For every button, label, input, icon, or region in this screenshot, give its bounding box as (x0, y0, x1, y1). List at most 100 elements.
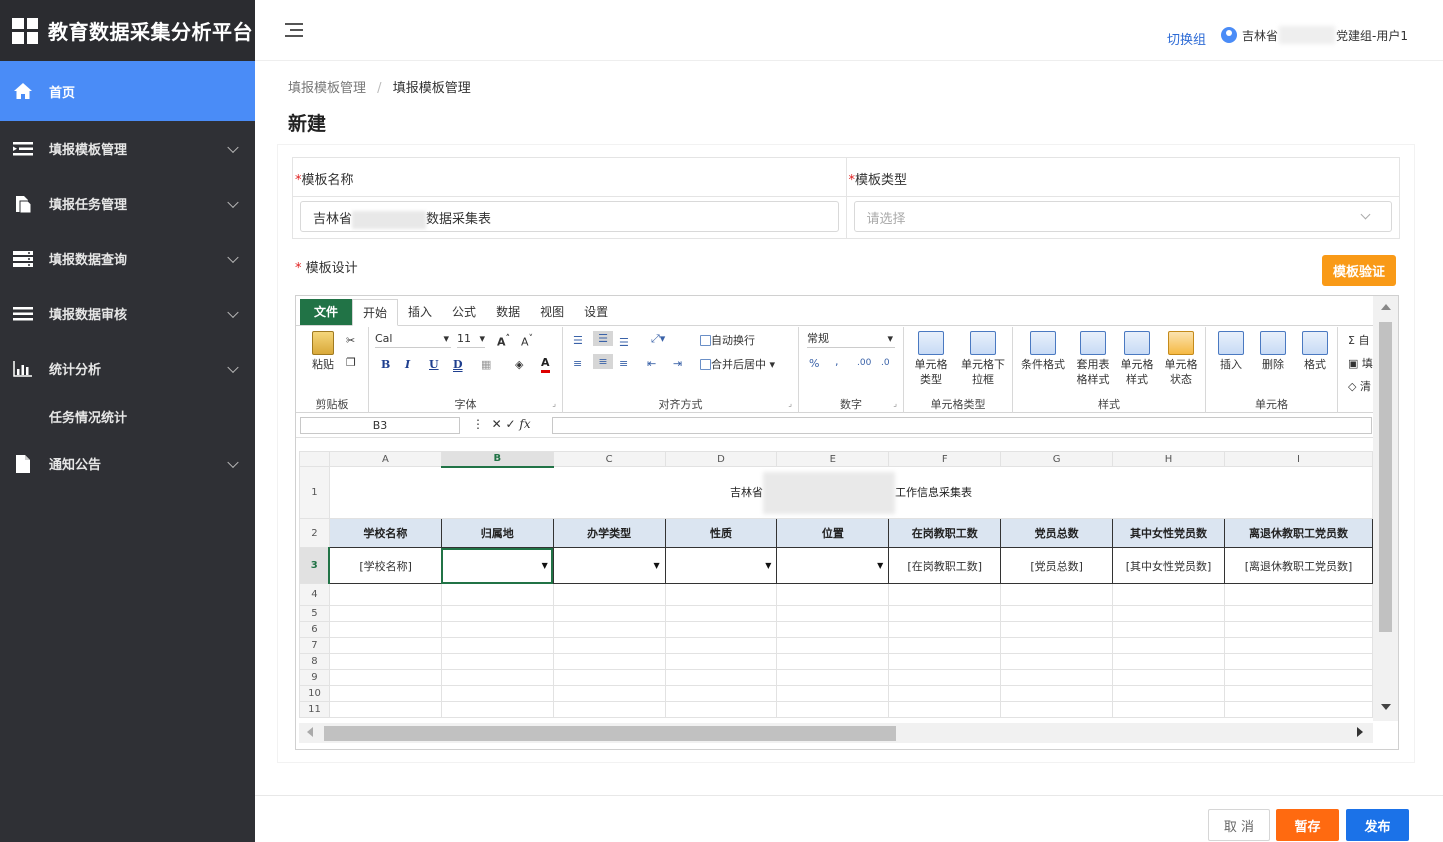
publish-button[interactable]: 发布 (1346, 809, 1409, 841)
sidebar-item-data-query[interactable]: 填报数据查询 (0, 231, 255, 286)
increase-font-icon[interactable]: A˄ (497, 331, 510, 350)
sheet-grid[interactable]: A B C D E F G H I 1 吉林省 工作信息采集表 2 学校名称 归… (299, 451, 1373, 721)
dropdown-cell-selected[interactable]: ▼ (440, 547, 554, 584)
empty-cell[interactable] (328, 685, 442, 702)
header-cell[interactable]: 办学类型 (552, 518, 666, 548)
dropdown-arrow-icon[interactable]: ▼ (877, 561, 883, 570)
empty-cell[interactable] (552, 583, 666, 606)
data-cell[interactable]: [其中女性党员数] (1112, 547, 1226, 584)
cut-icon[interactable]: ✂ (346, 333, 355, 348)
row-header[interactable]: 9 (299, 669, 330, 686)
row-header[interactable]: 5 (299, 605, 330, 622)
empty-cell[interactable] (1000, 637, 1114, 654)
empty-cell[interactable] (440, 685, 554, 702)
empty-cell[interactable] (888, 701, 1002, 718)
dropdown-arrow-icon[interactable]: ▼ (542, 561, 548, 570)
scroll-thumb[interactable] (324, 726, 896, 741)
empty-cell[interactable] (664, 583, 778, 606)
fill-button[interactable]: ▣ 填 (1348, 356, 1373, 371)
empty-cell[interactable] (1112, 605, 1226, 622)
tab-data[interactable]: 数据 (486, 299, 530, 325)
empty-cell[interactable] (1000, 605, 1114, 622)
header-cell[interactable]: 在岗教职工数 (888, 518, 1002, 548)
copy-icon[interactable]: ❐ (346, 355, 356, 370)
empty-cell[interactable] (888, 637, 1002, 654)
data-cell[interactable]: [在岗教职工数] (888, 547, 1002, 584)
empty-cell[interactable] (1224, 605, 1373, 622)
cell-state-button[interactable]: 单元格状态 (1161, 331, 1201, 387)
sidebar-item-statistics[interactable]: 统计分析 (0, 341, 255, 396)
empty-cell[interactable] (1224, 701, 1373, 718)
empty-cell[interactable] (328, 583, 442, 606)
empty-cell[interactable] (664, 669, 778, 686)
empty-cell[interactable] (888, 621, 1002, 638)
empty-cell[interactable] (440, 701, 554, 718)
align-bottom-icon[interactable]: ☰ (619, 335, 629, 350)
empty-cell[interactable] (328, 637, 442, 654)
tab-insert[interactable]: 插入 (398, 299, 442, 325)
name-box[interactable]: B3 (300, 417, 460, 434)
table-style-button[interactable]: 套用表格样式 (1073, 331, 1113, 387)
column-header[interactable]: F (888, 451, 1002, 467)
empty-cell[interactable] (328, 669, 442, 686)
empty-cell[interactable] (1000, 701, 1114, 718)
font-color-icon[interactable]: A (541, 355, 550, 373)
empty-cell[interactable] (1112, 621, 1226, 638)
column-header[interactable]: I (1224, 451, 1373, 467)
tab-file[interactable]: 文件 (300, 299, 353, 325)
header-cell[interactable]: 学校名称 (328, 518, 442, 548)
empty-cell[interactable] (328, 701, 442, 718)
empty-cell[interactable] (888, 605, 1002, 622)
scroll-right-icon[interactable] (1357, 727, 1363, 737)
empty-cell[interactable] (1112, 669, 1226, 686)
template-name-input[interactable]: 吉林省 数据采集表 (300, 201, 839, 232)
autosum-button[interactable]: Σ 自 (1348, 333, 1369, 348)
orientation-icon[interactable]: ⤢▾ (651, 331, 665, 346)
empty-cell[interactable] (440, 653, 554, 670)
empty-cell[interactable] (1224, 685, 1373, 702)
header-cell[interactable]: 性质 (664, 518, 778, 548)
empty-cell[interactable] (776, 621, 890, 638)
empty-cell[interactable] (888, 669, 1002, 686)
empty-cell[interactable] (664, 637, 778, 654)
tab-view[interactable]: 视图 (530, 299, 574, 325)
user-menu[interactable]: 吉林省 党建组-用户1 (1221, 26, 1408, 44)
row-header[interactable]: 6 (299, 621, 330, 638)
double-underline-icon[interactable]: D (453, 357, 463, 372)
dropdown-cell[interactable]: ▼ (664, 547, 778, 584)
empty-cell[interactable] (776, 637, 890, 654)
empty-cell[interactable] (1000, 685, 1114, 702)
empty-cell[interactable] (1000, 583, 1114, 606)
row-header[interactable]: 8 (299, 653, 330, 670)
number-format-select[interactable]: 常规 ▾ (807, 331, 895, 348)
empty-cell[interactable] (776, 605, 890, 622)
column-header[interactable]: G (1000, 451, 1114, 467)
header-cell[interactable]: 归属地 (440, 518, 554, 548)
scroll-thumb[interactable] (1379, 322, 1392, 632)
empty-cell[interactable] (552, 637, 666, 654)
empty-cell[interactable] (328, 621, 442, 638)
sidebar-item-task-management[interactable]: 填报任务管理 (0, 176, 255, 231)
scroll-down-icon[interactable] (1381, 704, 1391, 710)
align-center-icon[interactable]: ≡ (593, 354, 613, 369)
empty-cell[interactable] (664, 621, 778, 638)
empty-cell[interactable] (776, 685, 890, 702)
header-cell[interactable]: 党员总数 (1000, 518, 1114, 548)
row-header[interactable]: 11 (299, 701, 330, 718)
empty-cell[interactable] (552, 653, 666, 670)
sidebar-item-data-review[interactable]: 填报数据审核 (0, 286, 255, 341)
empty-cell[interactable] (776, 583, 890, 606)
wrap-text-button[interactable]: 自动换行 (700, 333, 755, 348)
scroll-up-icon[interactable] (1381, 304, 1391, 310)
cell-dropdown-button[interactable]: 单元格下拉框 (956, 331, 1010, 387)
sheet-title-cell[interactable]: 吉林省 工作信息采集表 (328, 466, 1373, 519)
decrease-indent-icon[interactable]: ⇤ (647, 356, 656, 371)
empty-cell[interactable] (664, 605, 778, 622)
empty-cell[interactable] (328, 653, 442, 670)
empty-cell[interactable] (1112, 583, 1226, 606)
tab-settings[interactable]: 设置 (574, 299, 618, 325)
cell-type-button[interactable]: 单元格类型 (906, 331, 956, 387)
tab-formula[interactable]: 公式 (442, 299, 486, 325)
column-header[interactable]: A (328, 451, 442, 467)
fill-color-icon[interactable]: ◈ (515, 357, 523, 372)
